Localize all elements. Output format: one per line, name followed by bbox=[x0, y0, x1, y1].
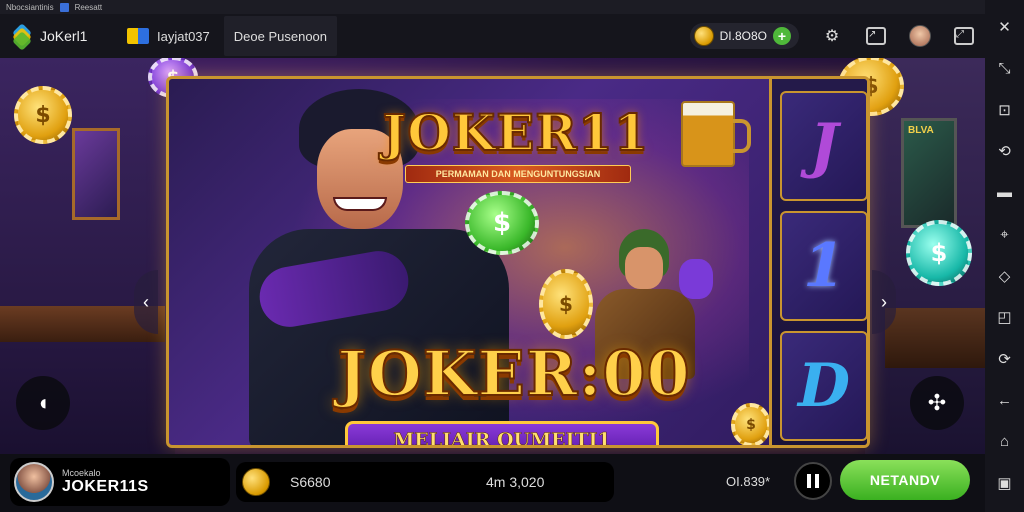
gold-coin-icon: $ bbox=[539, 269, 593, 339]
toolbar-right-group: DI.8O8O + ⚙ ↗ ⤢ bbox=[689, 14, 975, 58]
reel-column: J 1 D bbox=[769, 79, 867, 445]
volume-icon[interactable]: ◇ bbox=[985, 255, 1024, 297]
pause-button[interactable] bbox=[794, 462, 832, 500]
emulator-toolbar: JoKerl1 Iayjat037 Deoe Pusenoon DI.8O8O … bbox=[0, 14, 985, 58]
window-title: Nbocsiantinis bbox=[6, 2, 54, 12]
balance-value: S6680 bbox=[290, 474, 331, 490]
small-joker-glove bbox=[679, 259, 713, 299]
game-logo: JOKER11 bbox=[382, 102, 650, 163]
user-icon[interactable] bbox=[909, 25, 931, 47]
sound-toggle-icon[interactable]: ◖ bbox=[16, 376, 70, 430]
settings-icon[interactable]: ⚙ bbox=[821, 25, 843, 47]
coin-icon bbox=[242, 468, 270, 496]
fullscreen-icon[interactable]: ⤢ bbox=[953, 25, 975, 47]
account-chip[interactable]: Iayjat037 bbox=[127, 28, 210, 44]
window-tab-label[interactable]: Reesatt bbox=[75, 3, 103, 12]
layout-icon[interactable]: ⊡ bbox=[985, 89, 1024, 131]
reel-symbol-1: 1 bbox=[780, 211, 867, 321]
reel-symbol-j: J bbox=[780, 91, 867, 201]
player-info: Mcoekalo JOKER11S bbox=[62, 468, 149, 496]
brand-name: JoKerl1 bbox=[40, 28, 88, 44]
emulator-window: Nbocsiantinis Reesatt JoKerl1 Iayjat037 … bbox=[0, 0, 1024, 512]
brand[interactable]: JoKerl1 bbox=[10, 23, 115, 51]
camera-icon[interactable]: ⟳ bbox=[985, 338, 1024, 380]
jackpot-title: JOKER:00 bbox=[336, 336, 691, 411]
layers-logo-icon bbox=[10, 23, 34, 51]
win-value: 4m 3,020 bbox=[486, 474, 545, 490]
game-viewport[interactable]: BLVA $ $ $ $ $ $ $ $ bbox=[0, 58, 985, 454]
player-card[interactable]: Mcoekalo JOKER11S bbox=[10, 458, 230, 506]
play-button[interactable]: NETANDV bbox=[840, 460, 970, 500]
player-label: Mcoekalo bbox=[62, 468, 101, 478]
rotate-icon[interactable]: ⟲ bbox=[985, 131, 1024, 173]
jackpot-banner[interactable]: MELIAIR OUMEITI1 bbox=[345, 421, 659, 445]
balance-panel: S6680 4m 3,020 bbox=[236, 462, 614, 502]
expand-icon[interactable]: ⤡ bbox=[985, 48, 1024, 90]
credit-value: OI.839* bbox=[726, 474, 771, 489]
account-icon bbox=[127, 28, 149, 44]
game-tagline: PERMAMAN DAN MENGUNTUNGSIAN bbox=[405, 165, 631, 183]
beer-mug-icon bbox=[681, 101, 751, 167]
gamepad-icon[interactable]: ✣ bbox=[910, 376, 964, 430]
wall-poster bbox=[72, 128, 120, 220]
coin-icon bbox=[693, 26, 714, 46]
record-icon[interactable]: ◰ bbox=[985, 297, 1024, 339]
joker-grin bbox=[333, 197, 387, 211]
reel-symbol-d: D bbox=[780, 331, 867, 441]
coin-value: DI.8O8O bbox=[719, 29, 767, 43]
coin-balance[interactable]: DI.8O8O + bbox=[689, 23, 799, 49]
game-bottom-bar: Mcoekalo JOKER11S S6680 4m 3,020 OI.839*… bbox=[0, 454, 985, 512]
gold-chip-icon: $ bbox=[14, 86, 72, 144]
screenshot-icon[interactable]: ↗ bbox=[865, 25, 887, 47]
shake-icon[interactable]: ⌖ bbox=[985, 214, 1024, 256]
player-avatar bbox=[14, 462, 54, 502]
account-name: Iayjat037 bbox=[157, 28, 210, 44]
close-icon[interactable]: ✕ bbox=[985, 6, 1024, 48]
green-chip-icon: $ bbox=[465, 191, 539, 255]
toolbar-tab-button[interactable]: Deoe Pusenoon bbox=[223, 16, 338, 56]
window-tab-icon[interactable] bbox=[59, 2, 69, 12]
wall-poster-sign: BLVA bbox=[901, 118, 957, 228]
back-icon[interactable]: ← bbox=[985, 380, 1024, 422]
window-title-bar: Nbocsiantinis Reesatt bbox=[0, 0, 985, 14]
recent-apps-icon[interactable]: ▣ bbox=[985, 463, 1024, 505]
player-name: JOKER11S bbox=[62, 478, 149, 495]
teal-chip-icon: $ bbox=[906, 220, 972, 286]
pause-icon bbox=[807, 474, 819, 488]
add-coins-icon[interactable]: + bbox=[773, 27, 791, 45]
small-joker-face bbox=[625, 247, 663, 289]
emulator-sidebar: ✕ ⤡ ⊡ ⟲ ▬ ⌖ ◇ ◰ ⟳ ← ⌂ ▣ bbox=[985, 0, 1024, 512]
minimize-icon[interactable]: ▬ bbox=[985, 172, 1024, 214]
desk bbox=[885, 308, 985, 368]
game-frame: $ $ $ JOKER11 PERMAMAN DAN MENGUNTUNGSIA… bbox=[166, 76, 870, 448]
home-icon[interactable]: ⌂ bbox=[985, 421, 1024, 463]
